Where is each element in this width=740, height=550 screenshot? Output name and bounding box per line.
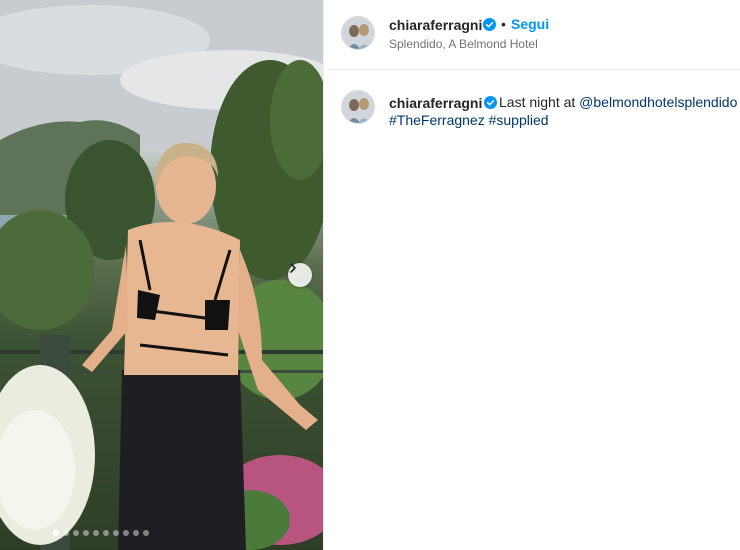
carousel-next-button[interactable]: [288, 263, 312, 287]
hashtag-link[interactable]: #TheFerragnez: [389, 112, 485, 128]
comment-author-username[interactable]: chiaraferragni: [389, 95, 482, 111]
post-photo: [0, 0, 323, 550]
chevron-right-icon: [290, 263, 296, 273]
post-media[interactable]: [0, 0, 323, 550]
avatar[interactable]: [341, 90, 375, 124]
caption-body: Last night at: [499, 94, 576, 110]
carousel-dot: [143, 530, 149, 536]
post-author-username[interactable]: chiaraferragni: [389, 17, 482, 33]
carousel-dot: [113, 530, 119, 536]
caption-hashtags: #TheFerragnez #supplied: [389, 112, 549, 128]
hashtag-link[interactable]: #supplied: [489, 112, 549, 128]
carousel-dot: [83, 530, 89, 536]
verified-badge-icon: [484, 96, 497, 109]
carousel-dot: [93, 530, 99, 536]
carousel-indicator: [53, 530, 149, 536]
caption-comment: chiaraferragni Last night at @belmondhot…: [324, 85, 740, 145]
avatar[interactable]: [341, 16, 375, 50]
carousel-dot: [123, 530, 129, 536]
caption-text: Last night at @belmondhotelsplendido: [499, 94, 737, 110]
mention-link[interactable]: @belmondhotelsplendido: [579, 94, 737, 110]
follow-button[interactable]: Segui: [511, 16, 549, 32]
carousel-dot: [63, 530, 69, 536]
post-header: chiaraferragni • Segui Splendido, A Belm…: [324, 0, 740, 70]
carousel-dot: [133, 530, 139, 536]
verified-badge-icon: [483, 18, 496, 31]
separator-dot: •: [501, 16, 506, 32]
carousel-dot: [53, 530, 59, 536]
carousel-dot: [103, 530, 109, 536]
post-location[interactable]: Splendido, A Belmond Hotel: [389, 37, 538, 51]
post-details-pane: chiaraferragni • Segui Splendido, A Belm…: [323, 0, 740, 550]
carousel-dot: [73, 530, 79, 536]
